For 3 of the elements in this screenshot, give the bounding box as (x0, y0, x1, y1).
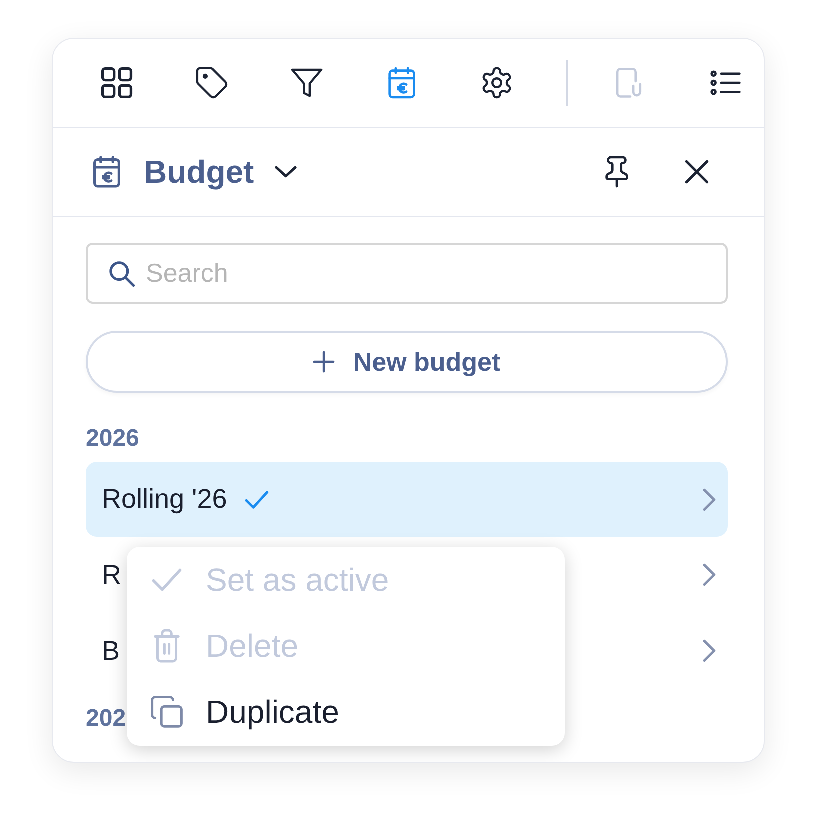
year-heading: 202 (86, 704, 126, 734)
panel-title: Budget (144, 153, 254, 192)
year-heading: 2026 (86, 424, 140, 454)
